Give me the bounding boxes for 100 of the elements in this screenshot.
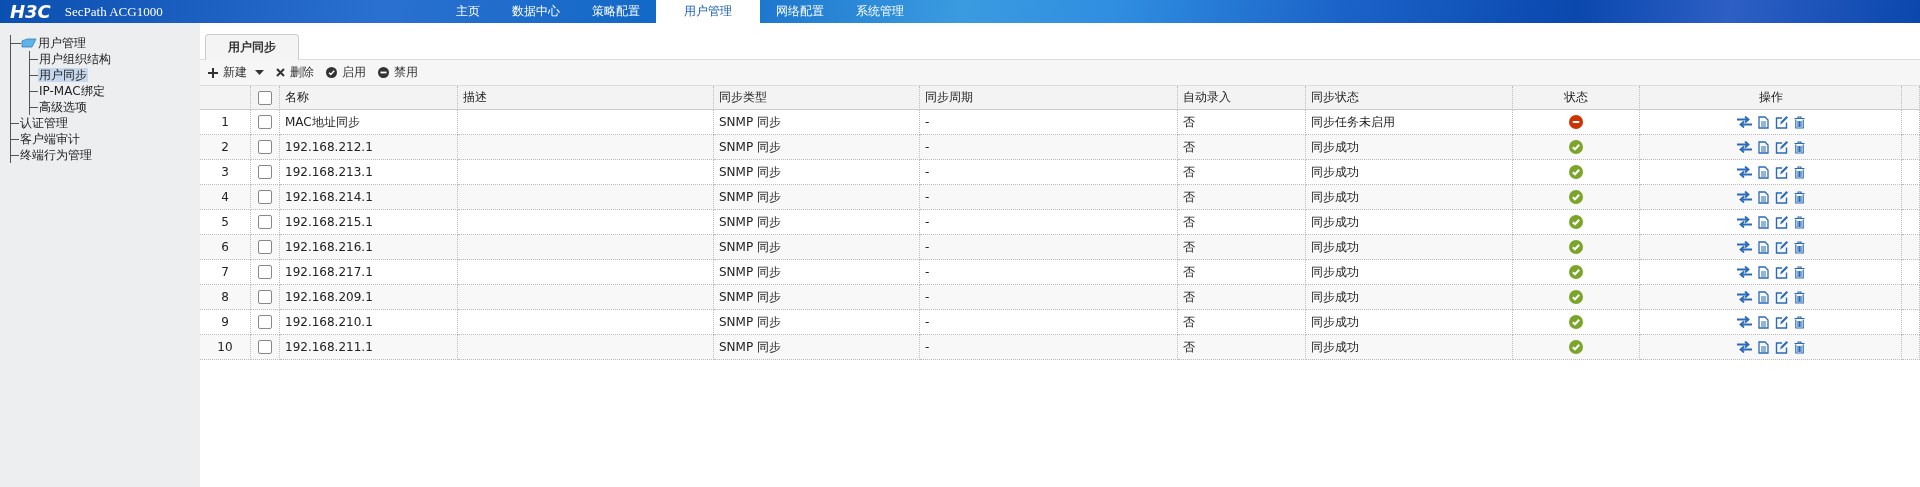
document-icon[interactable] (1757, 140, 1769, 154)
row-checkbox[interactable] (258, 165, 272, 179)
toolbar-button[interactable]: 删除 (276, 64, 314, 81)
edit-icon[interactable] (1774, 115, 1788, 129)
trash-icon[interactable] (1793, 115, 1805, 129)
product-name: SecPath ACG1000 (64, 3, 163, 21)
table-cell: 同步成功 (1306, 260, 1513, 285)
swap-icon[interactable] (1736, 266, 1752, 278)
swap-icon[interactable] (1736, 141, 1752, 153)
tree-item[interactable]: 高级选项 (38, 100, 88, 114)
row-checkbox[interactable] (258, 315, 272, 329)
swap-icon[interactable] (1736, 116, 1752, 128)
select-all-checkbox[interactable] (258, 90, 272, 105)
nav-tab[interactable]: 主页 (440, 0, 496, 23)
edit-icon[interactable] (1774, 140, 1788, 154)
table-cell: 否 (1178, 185, 1306, 210)
swap-icon[interactable] (1736, 166, 1752, 178)
row-checkbox[interactable] (258, 115, 272, 129)
edit-icon[interactable] (1774, 265, 1788, 279)
table-cell: 同步任务未启用 (1306, 110, 1513, 135)
toolbar-button[interactable]: 启用 (326, 64, 366, 81)
trash-icon[interactable] (1793, 290, 1805, 304)
swap-icon[interactable] (1736, 316, 1752, 328)
table-cell: 否 (1178, 135, 1306, 160)
edit-icon[interactable] (1774, 315, 1788, 329)
document-icon[interactable] (1757, 240, 1769, 254)
document-icon[interactable] (1757, 115, 1769, 129)
trash-icon[interactable] (1793, 190, 1805, 204)
row-number: 7 (200, 260, 251, 285)
column-header: 同步类型 (714, 86, 920, 110)
edit-icon[interactable] (1774, 190, 1788, 204)
swap-icon[interactable] (1736, 341, 1752, 353)
table-cell: 192.168.211.1 (280, 335, 458, 360)
table-cell: 否 (1178, 285, 1306, 310)
row-checkbox[interactable] (258, 140, 272, 154)
table-cell: 同步成功 (1306, 185, 1513, 210)
trash-icon[interactable] (1793, 215, 1805, 229)
table-cell: 同步成功 (1306, 160, 1513, 185)
row-checkbox[interactable] (258, 290, 272, 304)
table-cell: MAC地址同步 (280, 110, 458, 135)
row-checkbox[interactable] (258, 190, 272, 204)
nav-tab[interactable]: 用户管理 (656, 0, 760, 23)
swap-icon[interactable] (1736, 241, 1752, 253)
tree-item[interactable]: 认证管理 (19, 116, 69, 130)
document-icon[interactable] (1757, 190, 1769, 204)
row-number: 5 (200, 210, 251, 235)
edit-icon[interactable] (1774, 240, 1788, 254)
row-checkbox[interactable] (258, 240, 272, 254)
edit-icon[interactable] (1774, 215, 1788, 229)
swap-icon[interactable] (1736, 191, 1752, 203)
tree-item[interactable]: 用户组织结构 (38, 52, 112, 66)
document-icon[interactable] (1757, 215, 1769, 229)
table-cell: 否 (1178, 335, 1306, 360)
edit-icon[interactable] (1774, 165, 1788, 179)
table-cell: SNMP 同步 (714, 135, 920, 160)
trash-icon[interactable] (1793, 140, 1805, 154)
row-number: 6 (200, 235, 251, 260)
tree-item[interactable]: 用户同步 (38, 68, 88, 82)
toolbar-button[interactable]: 新建 (208, 64, 264, 81)
edit-icon[interactable] (1774, 340, 1788, 354)
table-cell: 192.168.216.1 (280, 235, 458, 260)
trash-icon[interactable] (1793, 340, 1805, 354)
document-icon[interactable] (1757, 165, 1769, 179)
nav-tab[interactable]: 系统管理 (840, 0, 920, 23)
nav-tab[interactable]: 数据中心 (496, 0, 576, 23)
trash-icon[interactable] (1793, 315, 1805, 329)
close-icon (276, 68, 285, 77)
tree-item[interactable]: 客户端审计 (19, 132, 81, 146)
row-checkbox[interactable] (258, 215, 272, 229)
logo: H3C (10, 0, 51, 23)
table-cell: SNMP 同步 (714, 160, 920, 185)
table-cell: - (920, 235, 1178, 260)
row-checkbox[interactable] (258, 265, 272, 279)
row-number: 10 (200, 335, 251, 360)
column-header: 描述 (458, 86, 714, 110)
column-header: 自动录入 (1178, 86, 1306, 110)
trash-icon[interactable] (1793, 165, 1805, 179)
trash-icon[interactable] (1793, 240, 1805, 254)
tree-item[interactable]: IP-MAC绑定 (38, 84, 106, 98)
row-checkbox[interactable] (258, 340, 272, 354)
document-icon[interactable] (1757, 315, 1769, 329)
document-icon[interactable] (1757, 340, 1769, 354)
edit-icon[interactable] (1774, 290, 1788, 304)
table-cell: 否 (1178, 235, 1306, 260)
table-cell: 192.168.217.1 (280, 260, 458, 285)
tab[interactable]: 用户同步 (205, 34, 299, 60)
document-icon[interactable] (1757, 265, 1769, 279)
tree-item[interactable]: 用户管理 (37, 36, 87, 50)
tree-item[interactable]: 终端行为管理 (19, 148, 93, 162)
table-cell: 192.168.213.1 (280, 160, 458, 185)
table-cell: 否 (1178, 310, 1306, 335)
document-icon[interactable] (1757, 290, 1769, 304)
nav-tab[interactable]: 网络配置 (760, 0, 840, 23)
trash-icon[interactable] (1793, 265, 1805, 279)
swap-icon[interactable] (1736, 291, 1752, 303)
row-number: 4 (200, 185, 251, 210)
nav-tab[interactable]: 策略配置 (576, 0, 656, 23)
swap-icon[interactable] (1736, 216, 1752, 228)
toolbar-button[interactable]: 禁用 (378, 64, 418, 81)
table-cell: 192.168.214.1 (280, 185, 458, 210)
